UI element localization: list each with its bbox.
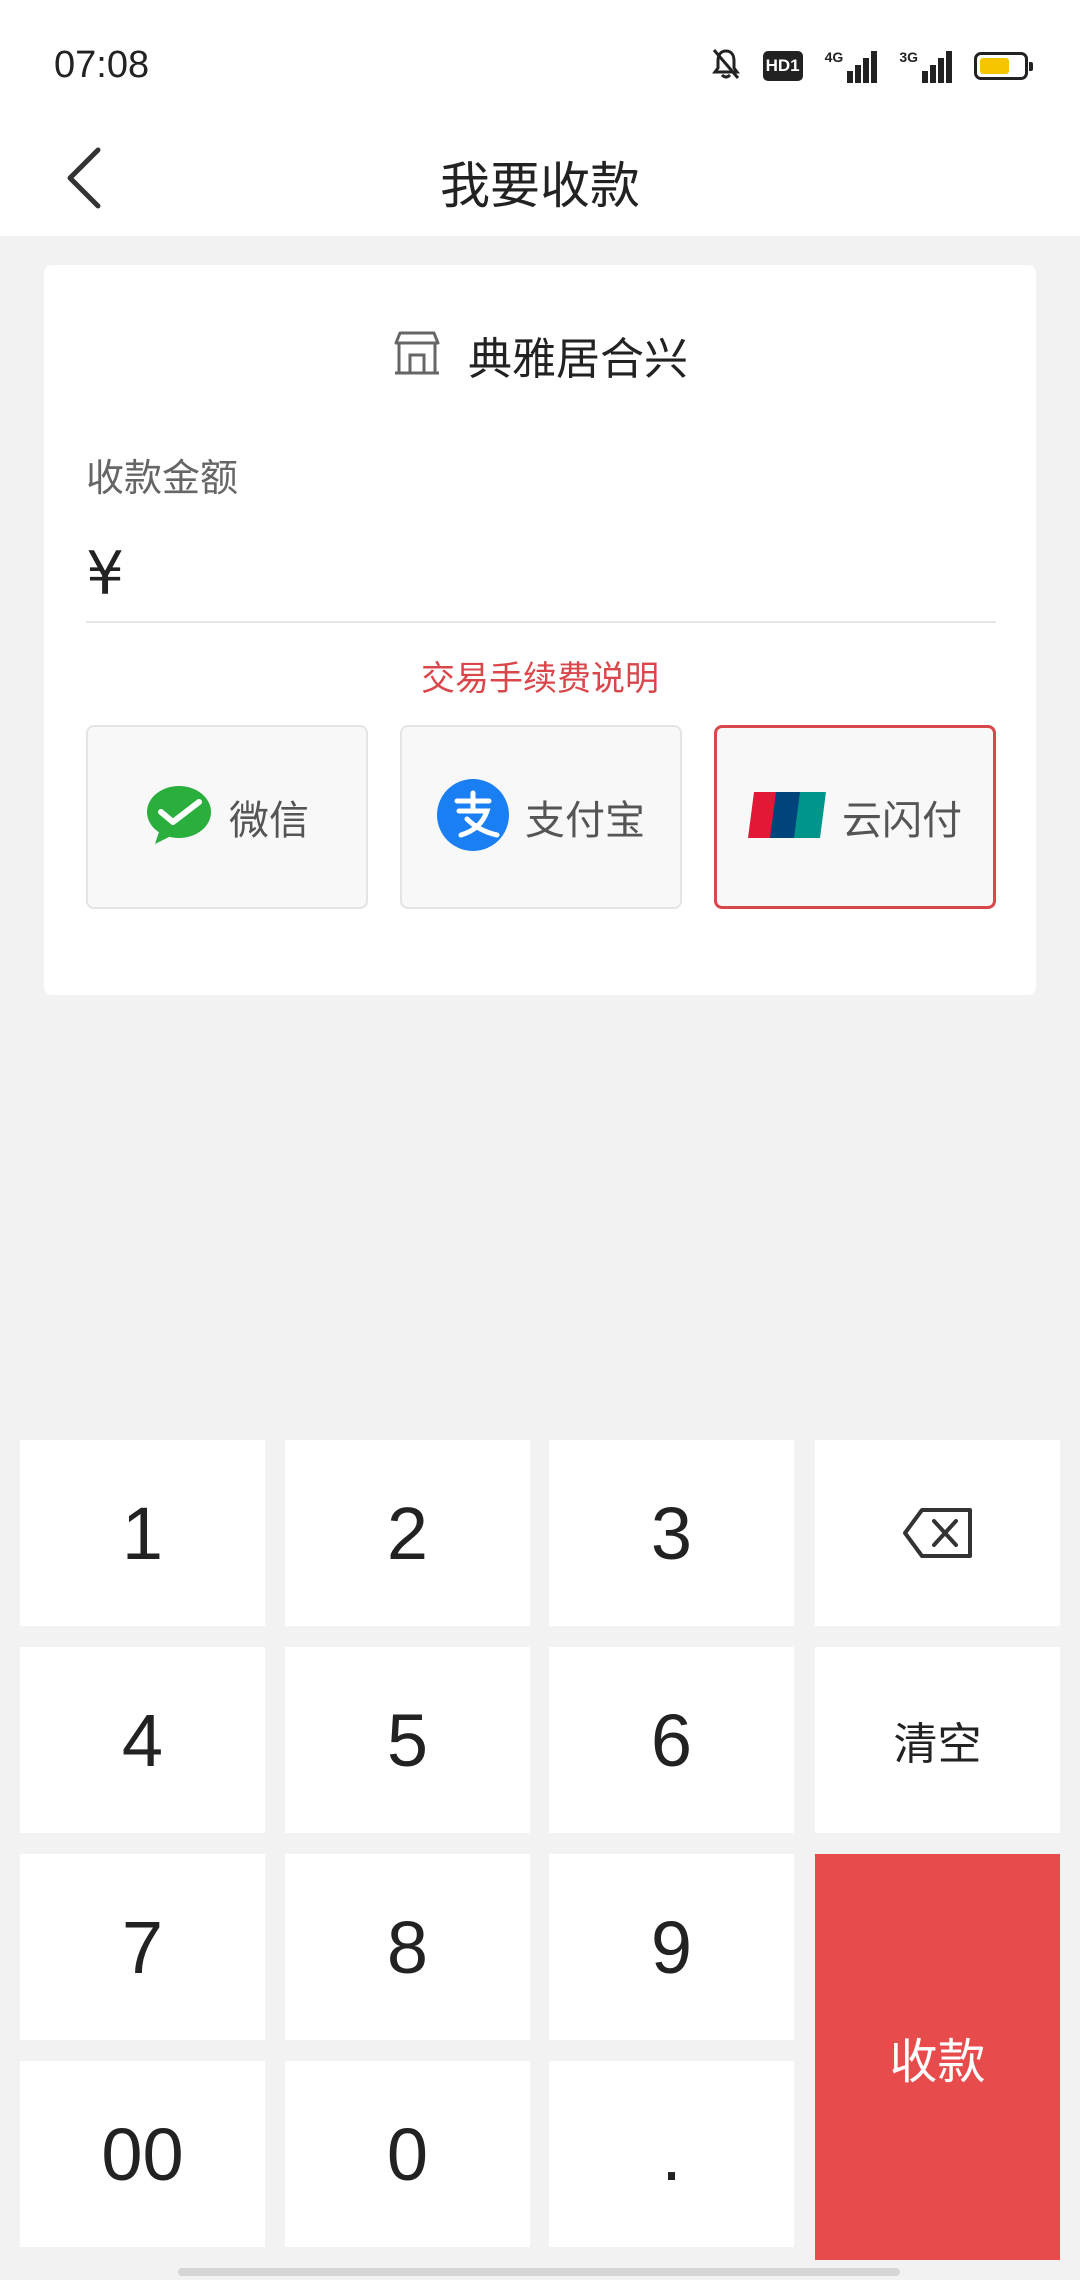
shop-icon	[392, 329, 442, 381]
key-0[interactable]: 0	[285, 2061, 530, 2247]
collect-button[interactable]: 收款	[815, 1854, 1060, 2260]
pay-method-wechat[interactable]: 微信	[86, 725, 368, 909]
key-decimal[interactable]: .	[549, 2061, 794, 2247]
signal-4g-icon: 4G	[825, 49, 878, 83]
key-5[interactable]: 5	[285, 1647, 530, 1833]
key-6[interactable]: 6	[549, 1647, 794, 1833]
pay-method-label: 微信	[229, 798, 309, 844]
key-8[interactable]: 8	[285, 1854, 530, 2040]
backspace-icon	[902, 1491, 974, 1576]
payment-methods: 微信 支付宝 云闪付	[86, 725, 996, 909]
payment-card: 典雅居合兴 收款金额 ¥ 交易手续费说明 微信 支付宝 云闪付	[44, 265, 1036, 995]
pay-method-label: 支付宝	[525, 798, 645, 844]
key-7[interactable]: 7	[20, 1854, 265, 2040]
currency-symbol: ¥	[86, 539, 125, 609]
status-icons: HD1 4G 3G	[711, 46, 1033, 86]
key-1[interactable]: 1	[20, 1440, 265, 1626]
hd-badge: HD1	[762, 51, 803, 81]
clear-key[interactable]: 清空	[815, 1647, 1060, 1833]
backspace-key[interactable]	[815, 1440, 1060, 1626]
key-3[interactable]: 3	[549, 1440, 794, 1626]
page-title: 我要收款	[440, 157, 640, 215]
amount-label: 收款金额	[86, 456, 239, 500]
merchant-row: 典雅居合兴	[44, 325, 1036, 385]
numeric-keypad: 1 2 3 4 5 6 清空 7 8 9 收款 00 0 .	[20, 1440, 1060, 2260]
network-label-4g: 4G	[824, 49, 844, 65]
pay-method-alipay[interactable]: 支付宝	[400, 725, 682, 909]
amount-row: ¥	[86, 527, 996, 623]
pay-method-unionpay[interactable]: 云闪付	[714, 725, 996, 909]
alipay-icon	[437, 779, 509, 855]
wechat-icon	[145, 784, 213, 850]
merchant-name: 典雅居合兴	[468, 334, 688, 385]
key-4[interactable]: 4	[20, 1647, 265, 1833]
key-9[interactable]: 9	[549, 1854, 794, 2040]
pay-method-label: 云闪付	[842, 798, 962, 844]
header: 我要收款	[0, 124, 1080, 236]
unionpay-icon	[748, 790, 826, 844]
network-label-3g: 3G	[899, 49, 918, 65]
key-00[interactable]: 00	[20, 2061, 265, 2247]
status-time: 07:08	[54, 44, 150, 86]
status-bar: 07:08 HD1 4G 3G	[0, 0, 1080, 124]
signal-3g-icon: 3G	[899, 49, 952, 83]
battery-icon	[974, 52, 1033, 80]
fee-explanation-link[interactable]: 交易手续费说明	[44, 651, 1036, 700]
bell-off-icon	[711, 47, 741, 85]
home-indicator[interactable]	[178, 2268, 900, 2276]
amount-input[interactable]	[140, 534, 996, 614]
key-2[interactable]: 2	[285, 1440, 530, 1626]
